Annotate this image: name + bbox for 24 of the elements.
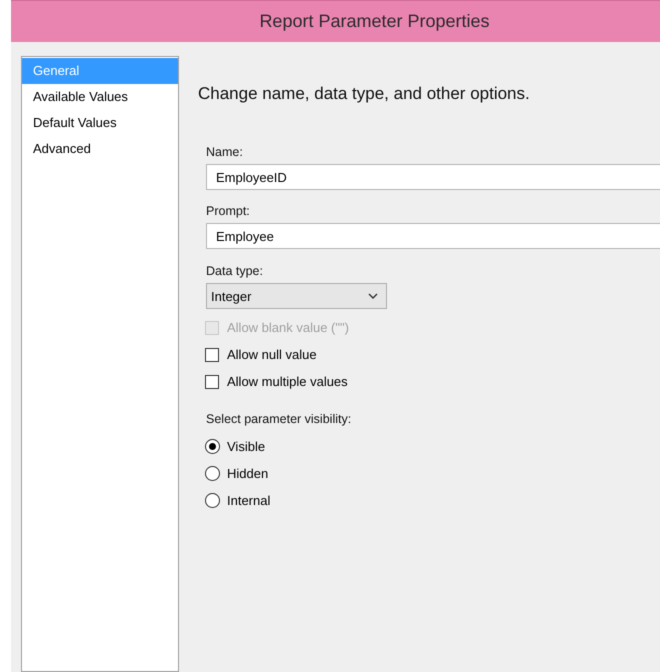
chevron-down-icon: [368, 293, 378, 299]
checkbox-label: Allow multiple values: [227, 374, 348, 389]
radio-button[interactable]: [205, 466, 220, 481]
field-label: Select parameter visibility:: [206, 412, 352, 428]
sidebar-item[interactable]: Default Values: [22, 110, 178, 136]
checkbox-label: Allow blank value (""): [227, 320, 349, 335]
field-label: Name:: [206, 145, 244, 161]
radio-button[interactable]: [205, 439, 220, 454]
radio-label: Internal: [227, 493, 270, 508]
checkbox[interactable]: [205, 374, 219, 388]
input-field[interactable]: Employee: [206, 223, 660, 249]
page-heading: Change name, data type, and other options.: [198, 84, 531, 104]
radio-label: Visible: [227, 439, 266, 454]
dropdown[interactable]: Integer: [206, 283, 387, 309]
sidebar-item[interactable]: Available Values: [22, 84, 178, 110]
window-title: Report Parameter Properties: [259, 11, 490, 32]
field-label: Prompt:: [206, 204, 251, 220]
sidebar-item[interactable]: Advanced: [22, 136, 178, 162]
field-label: Data type:: [206, 264, 264, 280]
input-field[interactable]: EmployeeID: [206, 164, 660, 190]
checkbox[interactable]: [205, 348, 219, 362]
radio-label: Hidden: [227, 466, 268, 481]
checkbox-label: Allow null value: [227, 347, 317, 362]
radio-button[interactable]: [205, 493, 220, 508]
